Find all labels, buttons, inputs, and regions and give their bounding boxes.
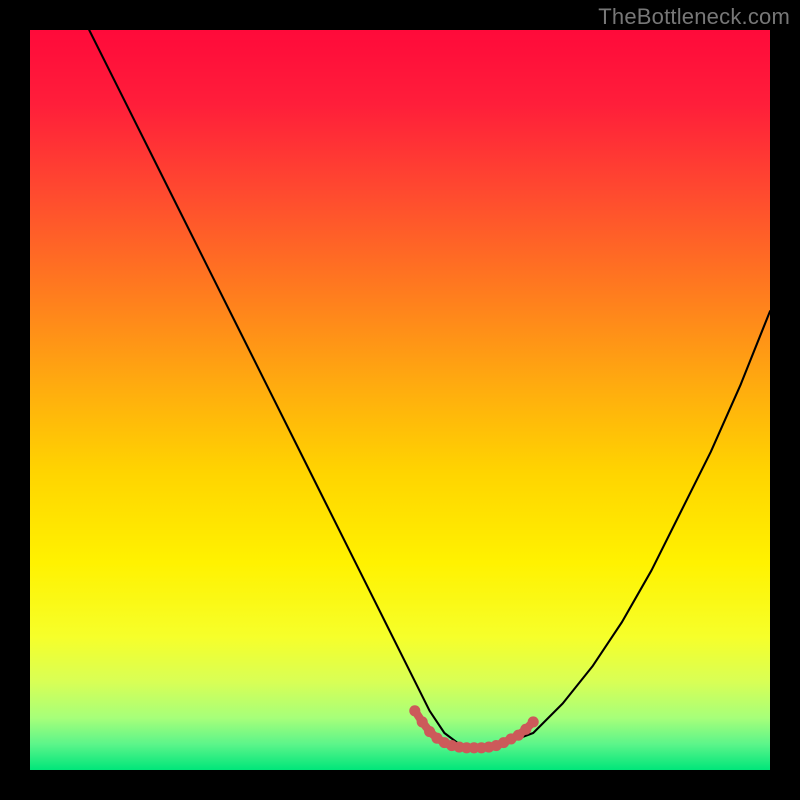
optimal-dot	[417, 716, 428, 727]
bottleneck-curve	[89, 30, 770, 748]
watermark-label: TheBottleneck.com	[598, 4, 790, 30]
chart-canvas: TheBottleneck.com	[0, 0, 800, 800]
optimal-dot	[528, 716, 539, 727]
plot-area	[30, 30, 770, 770]
curve-layer	[30, 30, 770, 770]
optimal-dot	[409, 705, 420, 716]
